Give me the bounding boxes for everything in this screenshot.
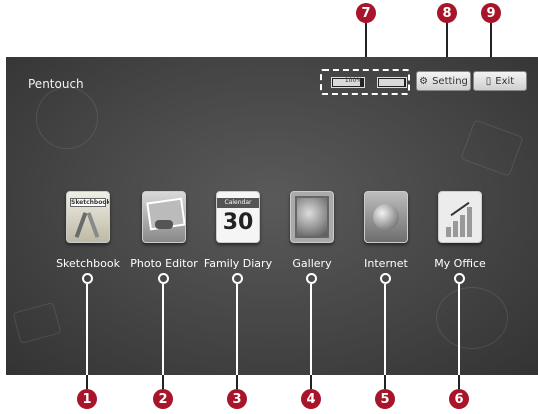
pen-battery-text: 100% (344, 77, 362, 84)
bar-chart-icon (438, 191, 482, 243)
callout-5-marker: 5 (375, 389, 395, 409)
app-label: Family Diary (203, 257, 273, 270)
callout-7-marker: 7 (356, 3, 376, 23)
app-label: Gallery (292, 257, 332, 270)
callout-line-4-ext (310, 375, 312, 389)
app-label: Sketchbook (56, 257, 120, 270)
callout-line-2 (162, 284, 164, 375)
sketchbook-icon: Sketchbook (66, 191, 110, 243)
photo-editor-icon (142, 191, 186, 243)
background-doodle (460, 119, 524, 177)
callout-line-3-ext (236, 375, 238, 389)
callout-3-marker: 3 (227, 389, 247, 409)
callout-anchor-3 (232, 273, 243, 284)
callout-line-1-ext (86, 375, 88, 389)
calendar-icon: Calendar 30 (216, 191, 260, 243)
callout-line-5-ext (384, 375, 386, 389)
app-label: My Office (434, 257, 486, 270)
app-family-diary[interactable]: Calendar 30 Family Diary (198, 191, 278, 270)
callout-anchor-6 (454, 273, 465, 284)
callout-line-4 (310, 284, 312, 375)
callout-anchor-5 (380, 273, 391, 284)
callout-line-6 (458, 284, 460, 375)
callout-line-2-ext (162, 375, 164, 389)
receiver-battery-icon (377, 77, 407, 88)
app-photo-editor[interactable]: Photo Editor (124, 191, 204, 270)
callout-2-marker: 2 (153, 389, 173, 409)
pen-battery-icon: 100% (331, 77, 365, 88)
gear-icon: ⚙ (419, 75, 429, 87)
setting-button[interactable]: ⚙ Setting (416, 71, 471, 91)
callout-1-marker: 1 (77, 389, 97, 409)
callout-anchor-2 (158, 273, 169, 284)
callout-line-3 (236, 284, 238, 375)
app-gallery[interactable]: Gallery (272, 191, 352, 270)
calendar-header: Calendar (217, 198, 259, 208)
setting-label: Setting (432, 75, 468, 87)
exit-label: Exit (495, 75, 515, 87)
background-doodle (36, 87, 98, 149)
callout-line-6-ext (458, 375, 460, 389)
background-doodle (12, 302, 62, 344)
exit-button[interactable]: ▯ Exit (473, 71, 527, 91)
app-my-office[interactable]: My Office (420, 191, 500, 270)
sketchbook-tile-text: Sketchbook (70, 198, 110, 207)
calendar-day: 30 (222, 210, 254, 235)
background-doodle (436, 287, 508, 349)
exit-icon: ▯ (485, 75, 492, 87)
gallery-icon (290, 191, 334, 243)
callout-anchor-1 (82, 273, 93, 284)
pentouch-screen: Pentouch 100% ⚙ Setting ▯ Exit Sketchboo… (6, 57, 538, 375)
app-sketchbook[interactable]: Sketchbook Sketchbook (48, 191, 128, 270)
globe-icon (364, 191, 408, 243)
callout-line-5 (384, 284, 386, 375)
app-internet[interactable]: Internet (346, 191, 426, 270)
callout-anchor-4 (306, 273, 317, 284)
app-label: Photo Editor (130, 257, 198, 270)
app-label: Internet (364, 257, 408, 270)
callout-8-marker: 8 (437, 3, 457, 23)
screen-title: Pentouch (28, 77, 84, 91)
callout-4-marker: 4 (301, 389, 321, 409)
callout-6-marker: 6 (449, 389, 469, 409)
callout-line-1 (86, 284, 88, 375)
callout-9-marker: 9 (481, 3, 501, 23)
battery-indicators: 100% (320, 69, 410, 95)
